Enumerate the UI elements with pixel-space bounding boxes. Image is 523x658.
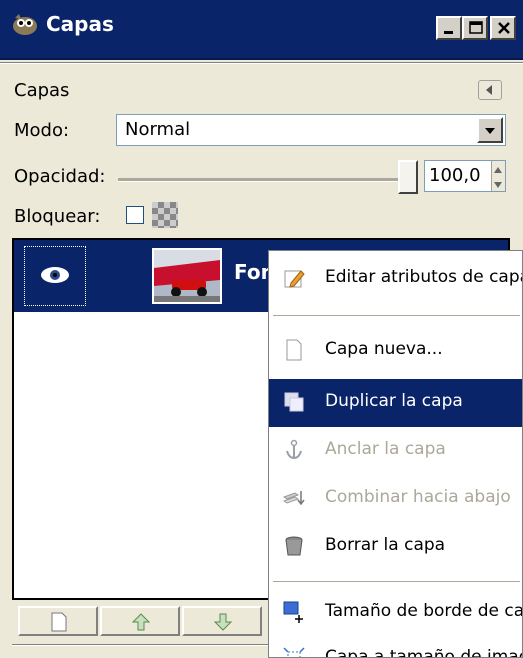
menu-item-label: Duplicar la capa bbox=[325, 391, 463, 411]
minimize-button[interactable] bbox=[436, 16, 462, 40]
lock-alpha-checkbox[interactable] bbox=[126, 206, 144, 224]
menu-separator bbox=[273, 581, 520, 582]
opacity-slider-thumb[interactable] bbox=[398, 160, 418, 194]
window-title: Capas bbox=[46, 12, 114, 36]
opacity-spin-buttons[interactable] bbox=[491, 161, 505, 191]
border-size-icon bbox=[283, 601, 303, 623]
eye-icon bbox=[41, 267, 69, 283]
close-icon bbox=[498, 22, 510, 34]
menu-item-label: Editar atributos de capa... bbox=[325, 267, 522, 287]
mode-select[interactable]: Normal bbox=[116, 114, 506, 146]
menu-item-label: Capa a tamaño de imagen bbox=[325, 647, 522, 658]
layer-context-menu: Editar atributos de capa... Capa nueva..… bbox=[268, 250, 523, 658]
edit-icon bbox=[284, 270, 305, 288]
panel-menu-button[interactable] bbox=[478, 80, 502, 100]
layers-dialog: Capas Capas Modo: Normal Opacidad: 100,0… bbox=[0, 0, 523, 658]
layer-thumbnail bbox=[152, 248, 222, 304]
menu-item-edit-attributes[interactable]: Editar atributos de capa... bbox=[269, 255, 522, 303]
panel-title: Capas bbox=[14, 80, 70, 101]
mode-value: Normal bbox=[125, 119, 191, 140]
new-layer-icon bbox=[51, 612, 67, 632]
mode-label: Modo: bbox=[14, 120, 70, 141]
opacity-label: Opacidad: bbox=[14, 166, 106, 187]
separator bbox=[12, 644, 272, 646]
layer-to-image-icon bbox=[283, 647, 305, 657]
gimp-wilber-icon bbox=[13, 14, 37, 35]
maximize-button[interactable] bbox=[462, 16, 488, 40]
panel-menu-icon bbox=[486, 85, 492, 95]
trash-icon bbox=[285, 536, 303, 556]
lock-label: Bloquear: bbox=[14, 206, 101, 227]
menu-separator bbox=[273, 315, 520, 316]
title-bar[interactable]: Capas bbox=[0, 0, 523, 60]
menu-item-label: Tamaño de borde de capa... bbox=[325, 601, 522, 621]
close-button[interactable] bbox=[490, 16, 516, 40]
layer-visibility-toggle[interactable] bbox=[24, 246, 86, 306]
raise-icon bbox=[131, 613, 151, 631]
maximize-icon bbox=[469, 21, 483, 34]
new-layer-button[interactable] bbox=[18, 606, 98, 636]
menu-item-label: Borrar la capa bbox=[325, 535, 446, 555]
alpha-checker-icon bbox=[152, 202, 178, 228]
spin-up-icon[interactable] bbox=[491, 161, 505, 176]
spin-down-icon[interactable] bbox=[491, 176, 505, 191]
raise-layer-button[interactable] bbox=[100, 606, 180, 636]
opacity-value: 100,0 bbox=[429, 165, 481, 186]
menu-item-layer-boundary-size[interactable]: Tamaño de borde de capa... bbox=[269, 589, 522, 637]
anchor-icon bbox=[286, 439, 302, 460]
menu-item-duplicate-layer[interactable]: Duplicar la capa bbox=[269, 379, 522, 427]
minimize-icon bbox=[444, 31, 453, 34]
separator bbox=[0, 62, 523, 64]
opacity-slider-track[interactable] bbox=[118, 178, 398, 182]
menu-item-label: Capa nueva... bbox=[325, 339, 443, 359]
menu-item-layer-to-image-size[interactable]: Capa a tamaño de imagen bbox=[269, 635, 522, 658]
menu-item-anchor-layer[interactable]: Anclar la capa bbox=[269, 427, 522, 475]
lower-icon bbox=[213, 613, 233, 631]
new-page-icon bbox=[286, 339, 302, 361]
menu-item-delete-layer[interactable]: Borrar la capa bbox=[269, 523, 522, 571]
menu-item-new-layer[interactable]: Capa nueva... bbox=[269, 327, 522, 375]
menu-item-label: Anclar la capa bbox=[325, 439, 446, 459]
mode-dropdown-button[interactable] bbox=[477, 117, 503, 143]
chevron-down-icon bbox=[485, 128, 495, 134]
menu-item-label: Combinar hacia abajo bbox=[325, 487, 511, 507]
race-car-thumbnail-icon bbox=[154, 250, 220, 302]
merge-down-icon bbox=[283, 491, 305, 506]
menu-item-merge-down[interactable]: Combinar hacia abajo bbox=[269, 475, 522, 523]
opacity-spinbox[interactable]: 100,0 bbox=[424, 160, 506, 192]
duplicate-icon bbox=[284, 392, 304, 412]
lower-layer-button[interactable] bbox=[182, 606, 262, 636]
